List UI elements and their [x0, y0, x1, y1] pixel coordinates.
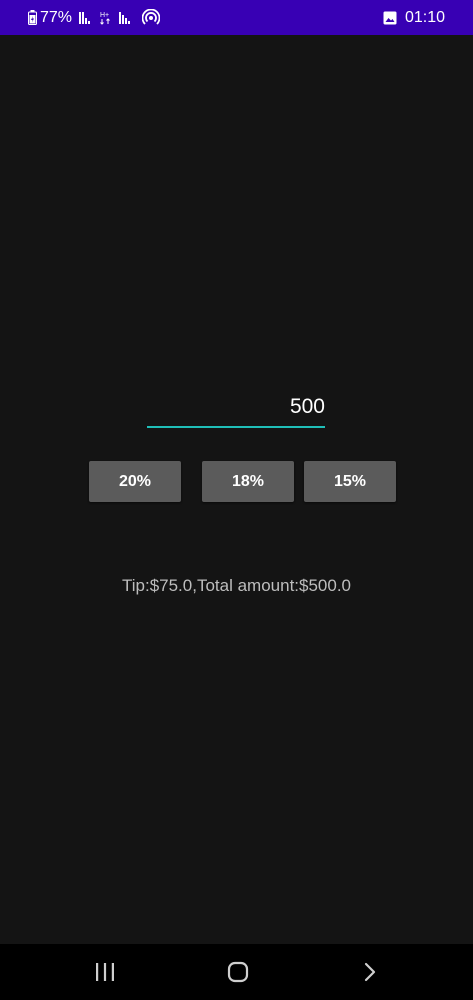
- svg-text:H+: H+: [100, 12, 109, 19]
- back-icon: [363, 962, 377, 982]
- tip-18-button[interactable]: 18%: [202, 461, 294, 502]
- tip-20-button[interactable]: 20%: [89, 461, 181, 502]
- signal-icon: [79, 11, 93, 24]
- recent-apps-button[interactable]: [75, 944, 135, 1000]
- battery-percent: 77%: [40, 8, 73, 26]
- status-bar: 77% H+ 01:10: [0, 0, 473, 35]
- tip-15-button[interactable]: 15%: [304, 461, 396, 502]
- home-button[interactable]: [208, 944, 268, 1000]
- status-time: 01:10: [404, 8, 445, 26]
- status-right-group: 01:10: [383, 0, 445, 35]
- hotspot-icon: [142, 8, 161, 27]
- battery-icon: [28, 10, 37, 25]
- gallery-notification-icon: [383, 11, 397, 25]
- recent-apps-icon: [95, 963, 115, 981]
- data-arrows-icon: H+: [100, 11, 112, 25]
- result-text: Tip:$75.0,Total amount:$500.0: [121, 576, 352, 595]
- status-left-group: 77% H+: [28, 0, 161, 35]
- home-icon: [227, 961, 249, 983]
- navigation-bar: [0, 944, 473, 1000]
- signal-icon: [119, 11, 133, 24]
- back-button[interactable]: [340, 944, 400, 1000]
- amount-input[interactable]: [147, 392, 325, 428]
